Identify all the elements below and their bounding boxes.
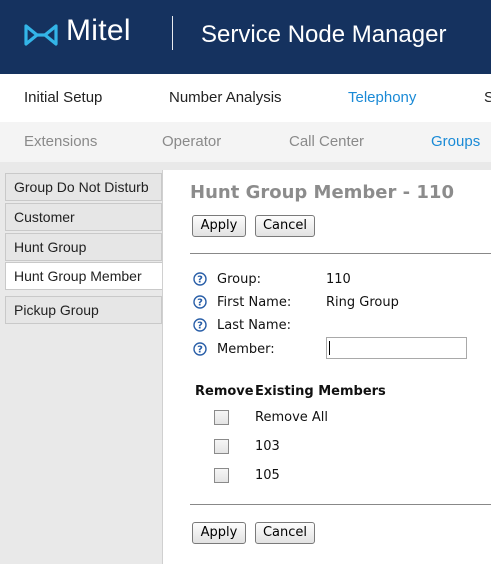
apply-button-bottom[interactable]: Apply bbox=[192, 522, 246, 544]
mitel-logo-icon bbox=[24, 18, 58, 52]
member-label-remove-all: Remove All bbox=[255, 410, 329, 425]
page-title: Hunt Group Member - 110 bbox=[190, 182, 454, 203]
remove-all-checkbox[interactable] bbox=[214, 410, 229, 425]
sidebar-item-group-do-not-disturb[interactable]: Group Do Not Disturb bbox=[5, 173, 162, 201]
bottom-divider bbox=[190, 504, 491, 505]
top-divider bbox=[190, 253, 491, 254]
field-value-group: 110 bbox=[326, 272, 351, 287]
primary-nav: Initial Setup Number Analysis Telephony … bbox=[0, 74, 491, 123]
cancel-button-bottom[interactable]: Cancel bbox=[255, 522, 315, 544]
subnav-extensions[interactable]: Extensions bbox=[24, 133, 97, 150]
column-header-remove: Remove bbox=[195, 384, 254, 399]
subnav-call-center[interactable]: Call Center bbox=[289, 133, 364, 150]
sidebar: Group Do Not Disturb Customer Hunt Group… bbox=[0, 170, 165, 564]
member-input[interactable] bbox=[326, 337, 467, 359]
sidebar-item-hunt-group[interactable]: Hunt Group bbox=[5, 233, 162, 261]
brand-name: Mitel bbox=[66, 14, 131, 47]
field-value-first-name: Ring Group bbox=[326, 295, 399, 310]
field-label-last-name: Last Name: bbox=[217, 318, 291, 333]
field-label-group: Group: bbox=[217, 272, 261, 287]
remove-member-checkbox-103[interactable] bbox=[214, 439, 229, 454]
cancel-button-top[interactable]: Cancel bbox=[255, 215, 315, 237]
field-last-name: ? Last Name: bbox=[193, 318, 483, 334]
member-label-105: 105 bbox=[255, 468, 280, 483]
svg-text:?: ? bbox=[197, 345, 203, 356]
apply-button-top[interactable]: Apply bbox=[192, 215, 246, 237]
column-header-existing-members: Existing Members bbox=[255, 384, 386, 399]
help-icon[interactable]: ? bbox=[193, 272, 207, 286]
sidebar-item-hunt-group-member[interactable]: Hunt Group Member bbox=[5, 262, 165, 290]
field-label-first-name: First Name: bbox=[217, 295, 292, 310]
subnav-groups[interactable]: Groups bbox=[431, 133, 480, 150]
help-icon[interactable]: ? bbox=[193, 295, 207, 309]
field-group: ? Group: 110 bbox=[193, 272, 483, 288]
svg-text:?: ? bbox=[197, 275, 203, 286]
field-first-name: ? First Name: Ring Group bbox=[193, 295, 483, 311]
svg-text:?: ? bbox=[197, 298, 203, 309]
header-divider bbox=[172, 16, 173, 50]
subnav-operator[interactable]: Operator bbox=[162, 133, 221, 150]
text-cursor bbox=[329, 341, 330, 355]
main-panel: Hunt Group Member - 110 Apply Cancel ? G… bbox=[162, 170, 491, 564]
nav-separator-band bbox=[0, 162, 491, 170]
nav-number-analysis[interactable]: Number Analysis bbox=[169, 89, 282, 106]
secondary-nav: Extensions Operator Call Center Groups bbox=[0, 122, 491, 162]
field-label-member: Member: bbox=[217, 342, 275, 357]
help-icon[interactable]: ? bbox=[193, 342, 207, 356]
app-title: Service Node Manager bbox=[201, 21, 447, 48]
sidebar-item-customer[interactable]: Customer bbox=[5, 203, 162, 231]
svg-text:?: ? bbox=[197, 321, 203, 332]
nav-truncated-item[interactable]: S bbox=[484, 89, 491, 106]
sidebar-item-pickup-group[interactable]: Pickup Group bbox=[5, 296, 162, 324]
nav-telephony[interactable]: Telephony bbox=[348, 89, 416, 106]
nav-initial-setup[interactable]: Initial Setup bbox=[24, 89, 102, 106]
app-header: Mitel Service Node Manager bbox=[0, 0, 491, 74]
remove-member-checkbox-105[interactable] bbox=[214, 468, 229, 483]
help-icon[interactable]: ? bbox=[193, 318, 207, 332]
member-label-103: 103 bbox=[255, 439, 280, 454]
